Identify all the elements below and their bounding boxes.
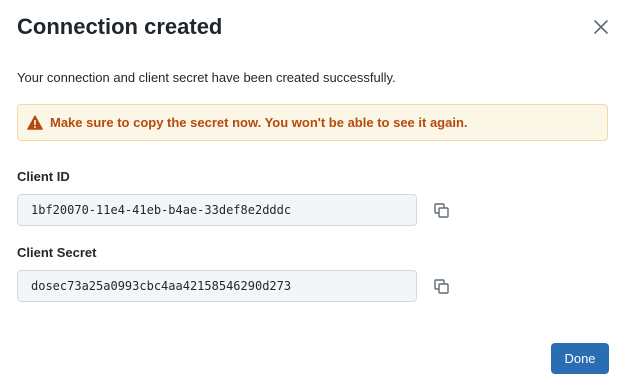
- client-id-label: Client ID: [17, 169, 70, 184]
- client-id-field[interactable]: 1bf20070-11e4-41eb-b4ae-33def8e2dddc: [17, 194, 417, 226]
- client-secret-label: Client Secret: [17, 245, 97, 260]
- warning-alert: Make sure to copy the secret now. You wo…: [17, 104, 608, 141]
- copy-icon: [433, 278, 449, 294]
- warning-text: Make sure to copy the secret now. You wo…: [50, 114, 468, 130]
- client-secret-field[interactable]: dosec73a25a0993cbc4aa42158546290d273: [17, 270, 417, 302]
- done-button[interactable]: Done: [551, 343, 609, 374]
- copy-client-id-button[interactable]: [431, 200, 451, 220]
- dialog-title: Connection created: [17, 14, 223, 39]
- connection-created-dialog: Connection created Your connection and c…: [0, 0, 628, 391]
- close-button[interactable]: [590, 16, 612, 38]
- close-icon: [594, 20, 608, 34]
- dialog-description: Your connection and client secret have b…: [17, 70, 396, 85]
- warning-icon: [27, 115, 43, 131]
- copy-icon: [433, 202, 449, 218]
- copy-client-secret-button[interactable]: [431, 276, 451, 296]
